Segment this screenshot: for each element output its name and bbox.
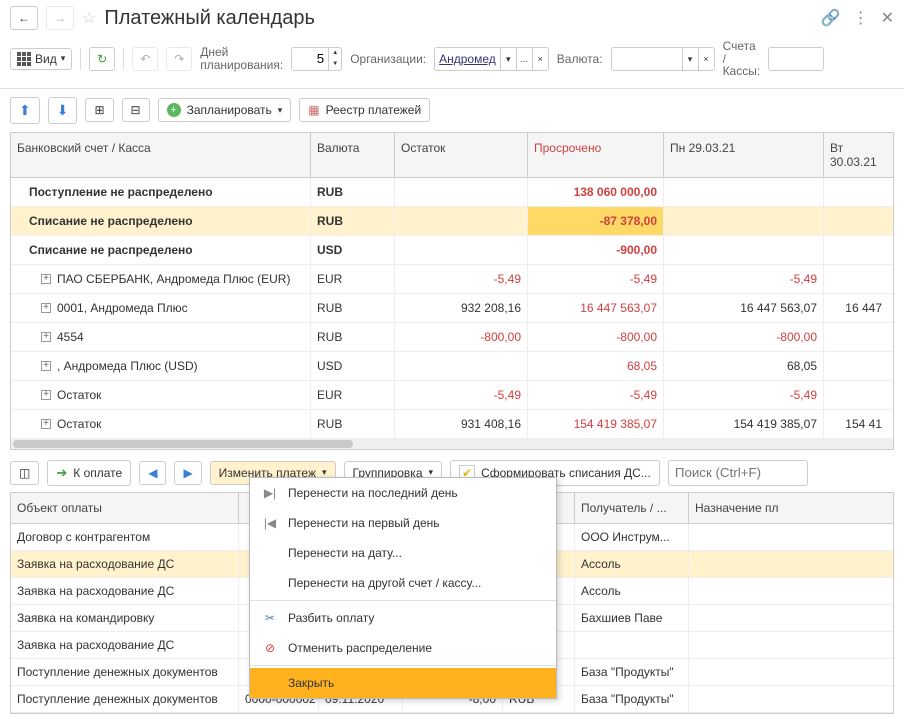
days-spinner[interactable]: ▲▼ [291, 47, 342, 71]
forward-button[interactable]: → [46, 6, 74, 30]
table-row[interactable]: Поступление не распределеноRUB138 060 00… [11, 178, 893, 207]
horizontal-scrollbar[interactable] [11, 439, 893, 449]
triangle-right-icon: ▶ [183, 466, 192, 480]
accounts-input[interactable] [768, 47, 824, 71]
menu-item[interactable]: Перенести на дату... [250, 538, 556, 568]
view-button[interactable]: Вид ▾ [10, 48, 72, 70]
expand-toggle[interactable]: + [41, 303, 51, 313]
back-button[interactable]: ← [10, 6, 38, 30]
prev-button[interactable]: ◀ [139, 461, 166, 485]
collapse-icon: ⊟ [131, 103, 141, 117]
table-row[interactable]: +0001, Андромеда ПлюсRUB932 208,1616 447… [11, 294, 893, 323]
days-input[interactable] [292, 48, 328, 70]
menu-item[interactable]: Перенести на другой счет / кассу... [250, 568, 556, 598]
currency-combo[interactable]: ▾ × [611, 47, 715, 71]
toggle-form-button[interactable]: ◫ [10, 461, 39, 485]
menu-item[interactable]: ▶|Перенести на последний день [250, 478, 556, 508]
plan-button[interactable]: + Запланировать ▾ [158, 98, 292, 122]
arrow-up-icon: ⬆ [19, 102, 31, 119]
menu-icon: ⊘ [262, 641, 278, 655]
table-row[interactable]: +ПАО СБЕРБАНК, Андромеда Плюс (EUR)EUR-5… [11, 265, 893, 294]
next-button[interactable]: ▶ [174, 461, 201, 485]
move-up-button[interactable]: ⬆ [10, 97, 40, 124]
menu-item[interactable]: |◀Перенести на первый день [250, 508, 556, 538]
refresh-button[interactable]: ↻ [89, 47, 115, 71]
table-row[interactable]: +ОстатокEUR-5,49-5,49-5,49 [11, 381, 893, 410]
more-icon[interactable]: ⋮ [853, 8, 869, 28]
table-row[interactable]: +4554RUB-800,00-800,00-800,00 [11, 323, 893, 352]
expand-toggle[interactable]: + [41, 361, 51, 371]
main-table-header: Банковский счет / Касса Валюта Остаток П… [11, 133, 893, 178]
redo-button[interactable]: ↷ [166, 47, 192, 71]
table-row[interactable]: Списание не распределеноRUB-87 378,00 [11, 207, 893, 236]
plus-icon: + [167, 103, 181, 117]
menu-item[interactable]: Закрыть [250, 668, 556, 698]
form-icon: ◫ [19, 466, 30, 480]
menu-icon: ▶| [262, 486, 278, 500]
undo-button[interactable]: ↶ [132, 47, 158, 71]
expand-icon: ⊞ [94, 103, 104, 117]
link-icon[interactable]: 🔗 [821, 8, 841, 28]
registry-icon: ▦ [308, 103, 319, 117]
menu-icon: |◀ [262, 516, 278, 530]
expand-toggle[interactable]: + [41, 274, 51, 284]
table-row[interactable]: Списание не распределеноUSD-900,00 [11, 236, 893, 265]
table-row[interactable]: +ОстатокRUB931 408,16154 419 385,07154 4… [11, 410, 893, 439]
arrow-right-icon: ➔ [56, 465, 67, 481]
expand-toggle[interactable]: + [41, 332, 51, 342]
grid-icon [17, 52, 31, 66]
page-title: Платежный календарь [104, 7, 812, 30]
registry-button[interactable]: ▦ Реестр платежей [299, 98, 430, 122]
menu-item[interactable]: ⊘Отменить распределение [250, 633, 556, 663]
favorite-icon[interactable]: ☆ [82, 8, 96, 28]
search-input[interactable] [668, 460, 808, 486]
triangle-left-icon: ◀ [148, 466, 157, 480]
arrow-down-icon: ⬇ [57, 102, 69, 119]
main-table: Банковский счет / Касса Валюта Остаток П… [10, 132, 894, 450]
collapse-button[interactable]: ⊟ [122, 98, 150, 122]
expand-toggle[interactable]: + [41, 390, 51, 400]
menu-item[interactable]: ✂Разбить оплату [250, 603, 556, 633]
change-payment-menu: ▶|Перенести на последний день|◀Перенести… [249, 477, 557, 699]
to-pay-button[interactable]: ➔К оплате [47, 460, 131, 486]
menu-icon: ✂ [262, 611, 278, 625]
expand-button[interactable]: ⊞ [85, 98, 113, 122]
expand-toggle[interactable]: + [41, 419, 51, 429]
close-icon[interactable]: ✕ [881, 8, 894, 28]
org-combo[interactable]: Андромед ▾ ... × [434, 47, 549, 71]
move-down-button[interactable]: ⬇ [48, 97, 78, 124]
table-row[interactable]: +, Андромеда Плюс (USD)USD68,0568,05 [11, 352, 893, 381]
